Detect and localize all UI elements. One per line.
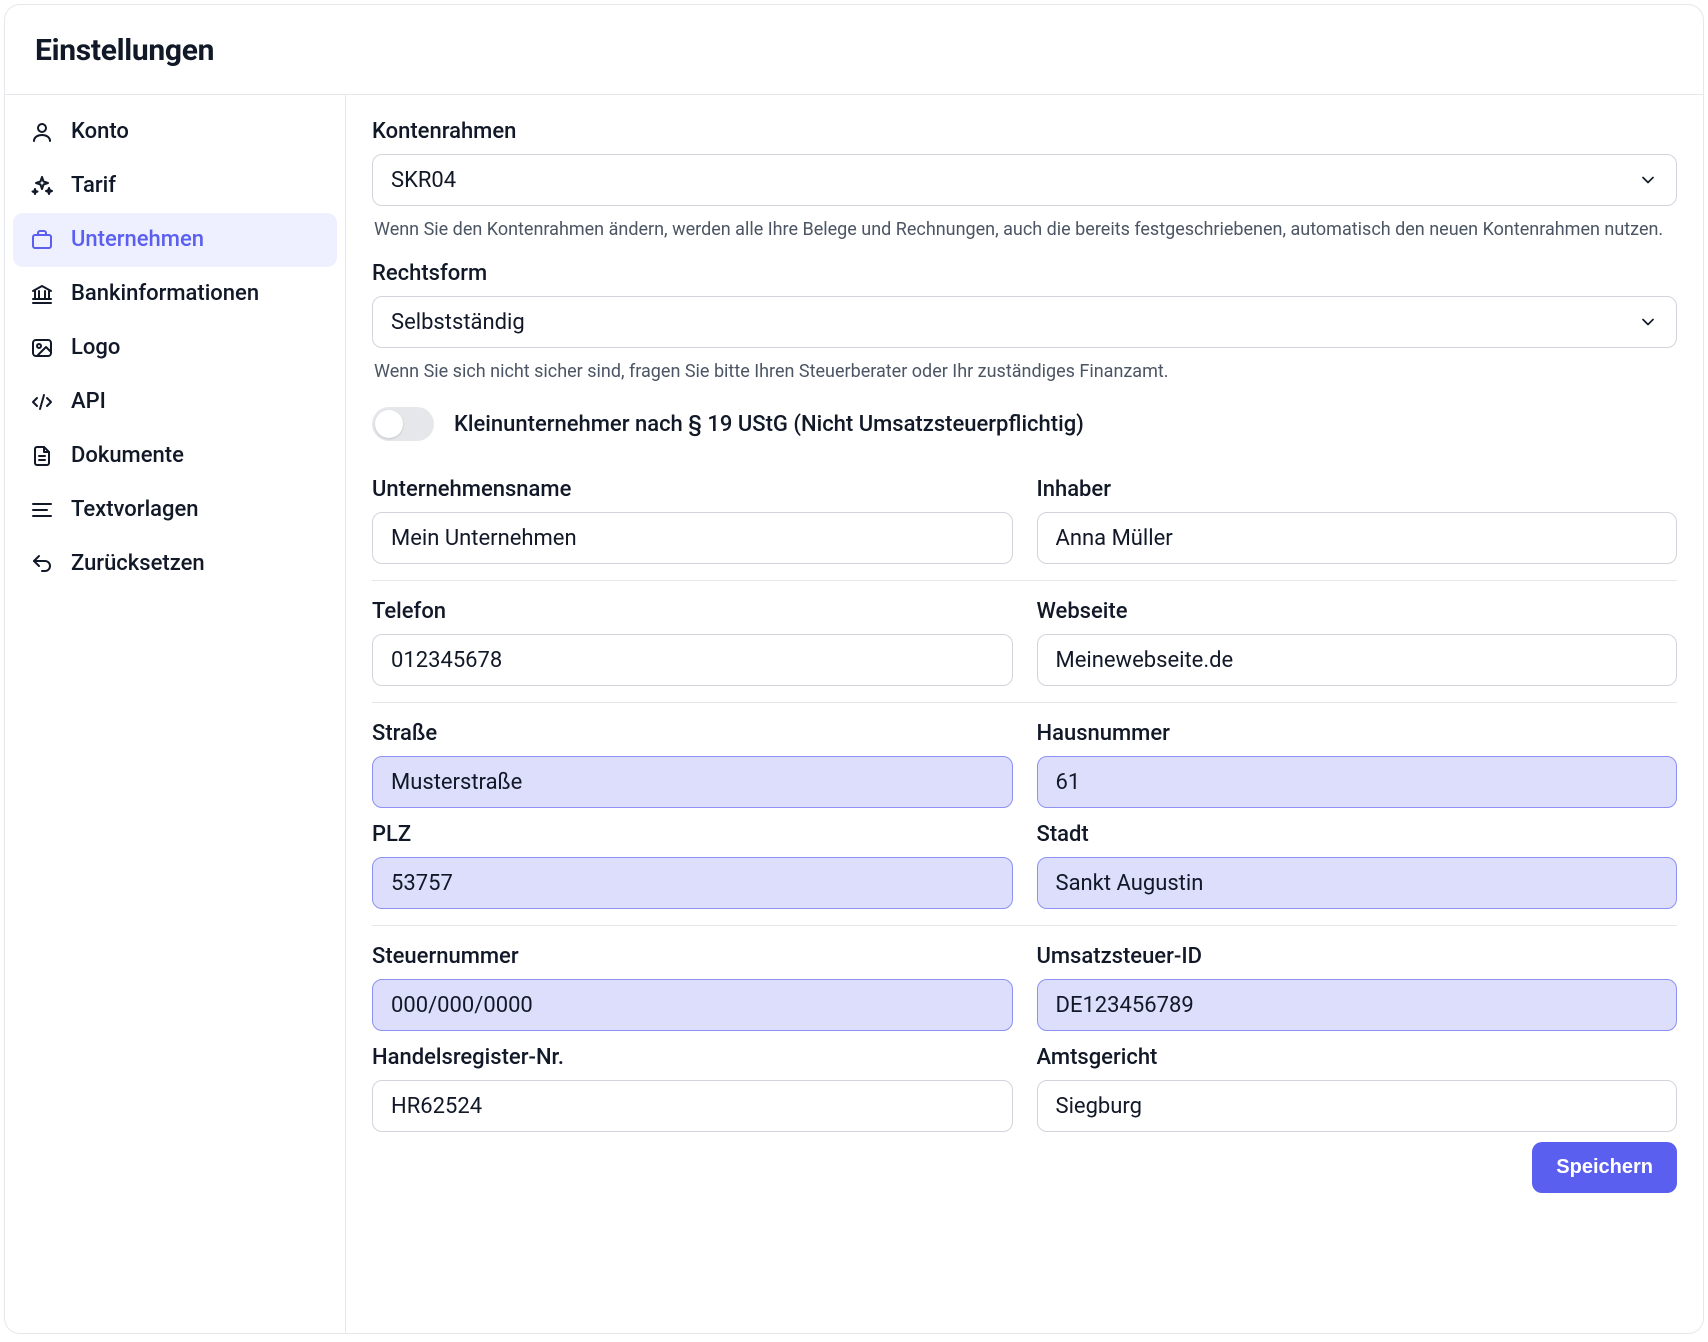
sidebar-item-label: Zurücksetzen bbox=[71, 553, 205, 575]
kontenrahmen-value: SKR04 bbox=[391, 168, 456, 193]
sidebar-item-zuruecksetzen[interactable]: Zurücksetzen bbox=[13, 537, 337, 591]
kontenrahmen-hint: Wenn Sie den Kontenrahmen ändern, werden… bbox=[374, 216, 1675, 243]
sparkles-icon bbox=[29, 173, 55, 199]
rechtsform-select[interactable]: Selbstständig bbox=[372, 296, 1677, 348]
code-icon bbox=[29, 389, 55, 415]
divider bbox=[372, 702, 1677, 703]
inhaber-input[interactable] bbox=[1037, 512, 1678, 564]
hausnummer-label: Hausnummer bbox=[1037, 721, 1678, 746]
bank-icon bbox=[29, 281, 55, 307]
stadt-input[interactable] bbox=[1037, 857, 1678, 909]
telefon-input[interactable] bbox=[372, 634, 1013, 686]
sidebar-item-label: Logo bbox=[71, 337, 120, 359]
sidebar-item-label: Unternehmen bbox=[71, 229, 204, 251]
sidebar-item-label: Dokumente bbox=[71, 445, 184, 467]
steuernummer-input[interactable] bbox=[372, 979, 1013, 1031]
steuernummer-label: Steuernummer bbox=[372, 944, 1013, 969]
plz-input[interactable] bbox=[372, 857, 1013, 909]
sidebar-item-bankinformationen[interactable]: Bankinformationen bbox=[13, 267, 337, 321]
sidebar-item-label: API bbox=[71, 391, 106, 413]
sidebar-item-unternehmen[interactable]: Unternehmen bbox=[13, 213, 337, 267]
divider bbox=[372, 580, 1677, 581]
briefcase-icon bbox=[29, 227, 55, 253]
reset-icon bbox=[29, 551, 55, 577]
rechtsform-label: Rechtsform bbox=[372, 261, 1677, 286]
chevron-down-icon bbox=[1638, 170, 1658, 190]
strasse-label: Straße bbox=[372, 721, 1013, 746]
kontenrahmen-select[interactable]: SKR04 bbox=[372, 154, 1677, 206]
hausnummer-input[interactable] bbox=[1037, 756, 1678, 808]
kontenrahmen-label: Kontenrahmen bbox=[372, 119, 1677, 144]
sidebar-item-logo[interactable]: Logo bbox=[13, 321, 337, 375]
amtsgericht-input[interactable] bbox=[1037, 1080, 1678, 1132]
kleinunternehmer-toggle[interactable] bbox=[372, 407, 434, 441]
stadt-label: Stadt bbox=[1037, 822, 1678, 847]
settings-sidebar: Konto Tarif Unternehmen Bankinformatione… bbox=[5, 95, 346, 1333]
unternehmensname-input[interactable] bbox=[372, 512, 1013, 564]
sidebar-item-label: Textvorlagen bbox=[71, 499, 199, 521]
inhaber-label: Inhaber bbox=[1037, 477, 1678, 502]
divider bbox=[372, 925, 1677, 926]
unternehmensname-label: Unternehmensname bbox=[372, 477, 1013, 502]
sidebar-item-textvorlagen[interactable]: Textvorlagen bbox=[13, 483, 337, 537]
toggle-knob bbox=[375, 410, 403, 438]
sidebar-item-label: Bankinformationen bbox=[71, 283, 259, 305]
sidebar-item-konto[interactable]: Konto bbox=[13, 105, 337, 159]
text-icon bbox=[29, 497, 55, 523]
webseite-label: Webseite bbox=[1037, 599, 1678, 624]
sidebar-item-label: Tarif bbox=[71, 175, 116, 197]
company-settings-form: Kontenrahmen SKR04 Wenn Sie den Kontenra… bbox=[346, 95, 1703, 1333]
ustid-label: Umsatzsteuer-ID bbox=[1037, 944, 1678, 969]
handelsregister-label: Handelsregister-Nr. bbox=[372, 1045, 1013, 1070]
rechtsform-hint: Wenn Sie sich nicht sicher sind, fragen … bbox=[374, 358, 1675, 385]
sidebar-item-label: Konto bbox=[71, 121, 129, 143]
strasse-input[interactable] bbox=[372, 756, 1013, 808]
sidebar-item-api[interactable]: API bbox=[13, 375, 337, 429]
amtsgericht-label: Amtsgericht bbox=[1037, 1045, 1678, 1070]
sidebar-item-tarif[interactable]: Tarif bbox=[13, 159, 337, 213]
sidebar-item-dokumente[interactable]: Dokumente bbox=[13, 429, 337, 483]
rechtsform-value: Selbstständig bbox=[391, 310, 525, 335]
user-icon bbox=[29, 119, 55, 145]
document-icon bbox=[29, 443, 55, 469]
webseite-input[interactable] bbox=[1037, 634, 1678, 686]
image-icon bbox=[29, 335, 55, 361]
page-title: Einstellungen bbox=[35, 33, 1673, 68]
kleinunternehmer-label: Kleinunternehmer nach § 19 UStG (Nicht U… bbox=[454, 412, 1084, 437]
plz-label: PLZ bbox=[372, 822, 1013, 847]
handelsregister-input[interactable] bbox=[372, 1080, 1013, 1132]
ustid-input[interactable] bbox=[1037, 979, 1678, 1031]
chevron-down-icon bbox=[1638, 312, 1658, 332]
telefon-label: Telefon bbox=[372, 599, 1013, 624]
save-button[interactable]: Speichern bbox=[1532, 1142, 1677, 1193]
